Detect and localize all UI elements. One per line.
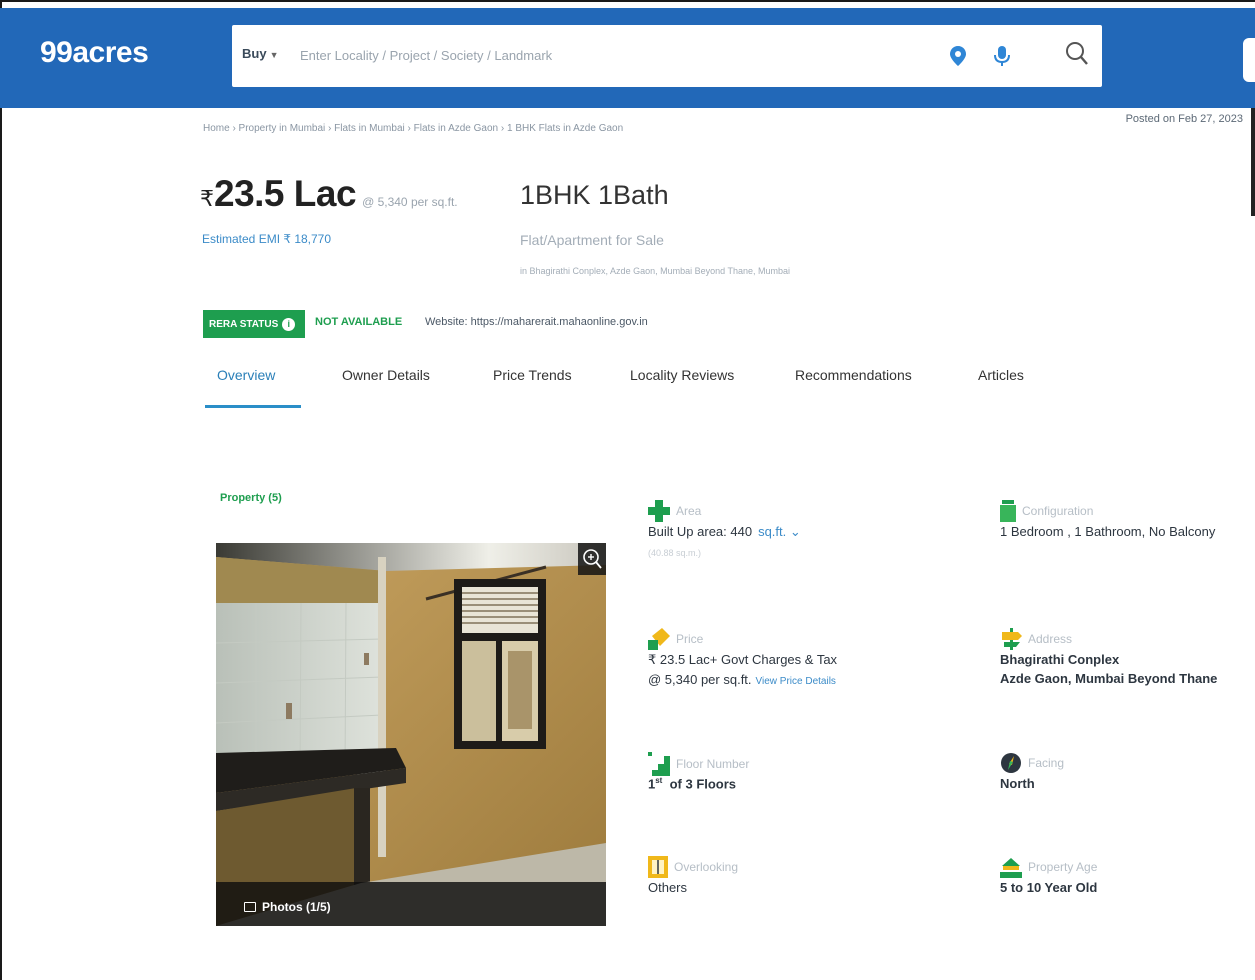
property-age-value: 5 to 10 Year Old xyxy=(1000,880,1098,895)
buy-dropdown[interactable]: Buy ▼ xyxy=(242,46,278,61)
currency-symbol: ₹ xyxy=(200,186,214,211)
tab-articles[interactable]: Articles xyxy=(978,367,1024,383)
detail-address: Address Bhagirathi Conplex Azde Gaon, Mu… xyxy=(1000,628,1217,686)
address-label: Address xyxy=(1028,632,1073,646)
tab-overview[interactable]: Overview xyxy=(217,367,275,383)
configuration-label: Configuration xyxy=(1022,504,1094,518)
property-count-label[interactable]: Property (5) xyxy=(220,492,282,504)
breadcrumb[interactable]: Home › Property in Mumbai › Flats in Mum… xyxy=(203,123,623,134)
section-tabs: Overview Owner Details Price Trends Loca… xyxy=(205,355,1105,410)
configuration-icon xyxy=(1000,500,1016,522)
rera-website[interactable]: Website: https://maharerait.mahaonline.g… xyxy=(425,316,648,328)
price-block: ₹23.5 Lac @ 5,340 per sq.ft. xyxy=(200,173,458,215)
property-photo[interactable]: Photos (1/5) xyxy=(216,543,606,926)
config-title: 1BHK 1Bath xyxy=(520,180,669,210)
detail-facing: Facing North xyxy=(1000,752,1064,791)
address-line-2: Azde Gaon, Mumbai Beyond Thane xyxy=(1000,671,1218,686)
microphone-icon[interactable] xyxy=(992,44,1012,68)
detail-configuration: Configuration 1 Bedroom , 1 Bathroom, No… xyxy=(1000,500,1215,539)
site-logo[interactable]: 99acres xyxy=(40,36,149,70)
building-age-icon xyxy=(1000,858,1022,878)
price-value: ₹ 23.5 Lac+ Govt Charges & Tax xyxy=(648,652,838,667)
compass-icon xyxy=(1001,753,1021,773)
price-per-sqft-detail: @ 5,340 per sq.ft. View Price Details xyxy=(648,672,837,687)
buy-dropdown-label: Buy xyxy=(242,46,267,61)
price-per-sqft-value: @ 5,340 per sq.ft. xyxy=(648,672,752,687)
area-icon xyxy=(648,500,670,522)
price-tag-icon xyxy=(648,628,670,650)
detail-area: Area Built Up area: 440 sq.ft. ⌄ (40.88 s… xyxy=(648,500,801,558)
price-per-sqft: @ 5,340 per sq.ft. xyxy=(362,195,458,209)
configuration-value: 1 Bedroom , 1 Bathroom, No Balcony xyxy=(1000,524,1216,539)
sale-type: Flat/Apartment for Sale xyxy=(520,232,664,248)
window-icon xyxy=(648,856,668,878)
tab-active-indicator xyxy=(205,405,301,408)
rera-badge: RERA STATUS i xyxy=(203,310,305,338)
zoom-icon[interactable] xyxy=(578,543,606,575)
photos-count-label: Photos (1/5) xyxy=(262,900,331,914)
search-icon[interactable] xyxy=(1064,39,1090,69)
chevron-down-icon: ▼ xyxy=(269,50,279,60)
area-label: Area xyxy=(676,504,702,518)
signpost-icon xyxy=(1002,628,1022,650)
page-frame xyxy=(0,0,1255,980)
area-unit-label: sq.ft. xyxy=(758,524,787,539)
search-input[interactable] xyxy=(300,41,900,69)
view-price-details-link[interactable]: View Price Details xyxy=(756,676,836,687)
detail-property-age: Property Age 5 to 10 Year Old xyxy=(1000,856,1097,895)
facing-value: North xyxy=(1000,776,1035,791)
emi-link[interactable]: Estimated EMI ₹ 18,770 xyxy=(202,232,331,246)
location-pin-icon[interactable] xyxy=(948,45,968,67)
area-sqm: (40.88 sq.m.) xyxy=(648,548,702,558)
rera-badge-label: RERA STATUS xyxy=(209,319,279,331)
kitchen-photo-image xyxy=(216,543,606,926)
posted-date: Posted on Feb 27, 2023 xyxy=(1125,113,1243,125)
facing-label: Facing xyxy=(1028,756,1065,770)
price-label: Price xyxy=(676,632,704,646)
address-line-1: Bhagirathi Conplex xyxy=(1000,652,1120,667)
tab-price-trends[interactable]: Price Trends xyxy=(493,367,572,383)
page-edge xyxy=(1251,108,1255,216)
photos-count-button[interactable]: Photos (1/5) xyxy=(244,900,331,914)
header-menu-button[interactable] xyxy=(1243,38,1255,82)
chevron-down-icon: ⌄ xyxy=(789,524,801,539)
area-value-text: Built Up area: 440 xyxy=(648,524,753,539)
floor-value: 1st of 3 Floors xyxy=(648,776,749,791)
info-icon[interactable]: i xyxy=(282,318,296,331)
floor-icon xyxy=(648,752,670,776)
gallery-icon xyxy=(244,902,256,912)
search-bar: Buy ▼ xyxy=(232,25,1102,87)
overlooking-value: Others xyxy=(648,880,688,895)
floor-label: Floor Number xyxy=(676,757,750,771)
overlooking-label: Overlooking xyxy=(674,860,739,874)
floor-ordinal-suffix: st xyxy=(655,776,663,785)
tab-recommendations[interactable]: Recommendations xyxy=(795,367,912,383)
property-age-label: Property Age xyxy=(1028,860,1098,874)
tab-owner-details[interactable]: Owner Details xyxy=(342,367,430,383)
location-line: in Bhagirathi Conplex, Azde Gaon, Mumbai… xyxy=(520,266,790,276)
rera-status: NOT AVAILABLE xyxy=(315,316,403,328)
price-amount: 23.5 Lac xyxy=(214,173,357,214)
detail-price: Price ₹ 23.5 Lac+ Govt Charges & Tax @ 5… xyxy=(648,628,837,687)
detail-overlooking: Overlooking Others xyxy=(648,856,738,895)
top-header: 99acres Buy ▼ xyxy=(0,8,1255,108)
floor-total: of 3 Floors xyxy=(669,776,737,792)
area-unit-dropdown[interactable]: sq.ft. ⌄ xyxy=(758,524,801,539)
area-value: Built Up area: 440 sq.ft. ⌄ xyxy=(648,524,801,540)
tab-locality-reviews[interactable]: Locality Reviews xyxy=(630,367,734,383)
detail-floor: Floor Number 1st of 3 Floors xyxy=(648,752,749,791)
